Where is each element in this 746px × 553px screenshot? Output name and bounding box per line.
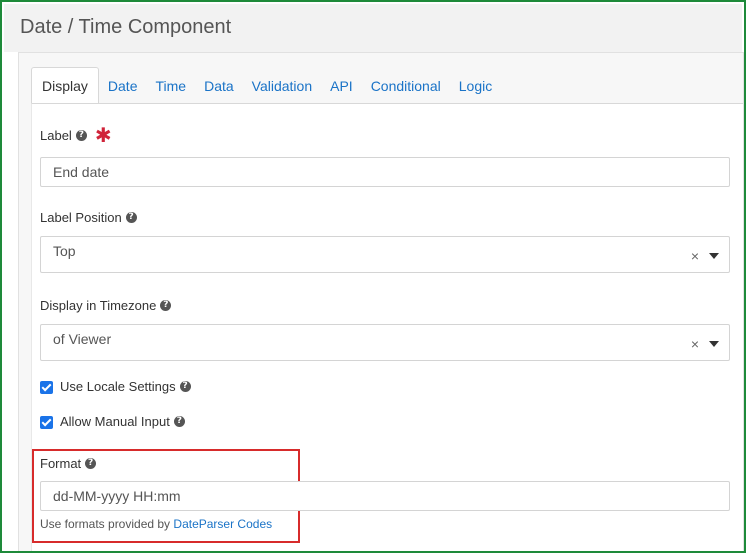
tab-time[interactable]: Time (146, 68, 195, 104)
help-icon[interactable]: ? (75, 130, 87, 141)
help-icon[interactable]: ? (160, 300, 172, 311)
label-field-text: Label (40, 128, 72, 143)
label-input[interactable]: End date (40, 157, 730, 187)
label-field-label: Label ? ✱ (40, 125, 112, 147)
clear-icon[interactable]: × (691, 337, 699, 351)
window-frame: Date / Time Component Display Date Time … (0, 0, 746, 553)
label-position-select[interactable]: Top × (40, 236, 730, 273)
manual-input-row: Allow Manual Input ? (40, 414, 185, 429)
tab-display[interactable]: Display (31, 67, 99, 104)
use-locale-checkbox[interactable] (40, 381, 53, 394)
chevron-down-icon[interactable] (709, 341, 719, 347)
format-hint-text: Use formats provided by (40, 517, 171, 531)
help-icon[interactable]: ? (125, 212, 137, 223)
format-input[interactable]: dd-MM-yyyy HH:mm (40, 481, 730, 511)
tab-api[interactable]: API (321, 68, 362, 104)
format-hint: Use formats provided by DateParser Codes (40, 517, 272, 531)
manual-input-checkbox[interactable] (40, 416, 53, 429)
clear-icon[interactable]: × (691, 249, 699, 263)
timezone-select[interactable]: of Viewer × (40, 324, 730, 361)
format-input-value: dd-MM-yyyy HH:mm (53, 488, 181, 504)
label-position-text: Label Position (40, 210, 122, 225)
dialog-title: Date / Time Component (20, 16, 232, 38)
chevron-down-icon[interactable] (709, 253, 719, 259)
tab-bar: Display Date Time Data Validation API Co… (31, 67, 743, 104)
format-label: Format ? (40, 456, 97, 471)
tab-date[interactable]: Date (99, 68, 147, 104)
use-locale-row: Use Locale Settings ? (40, 379, 191, 394)
timezone-label: Display in Timezone ? (40, 298, 172, 313)
timezone-value: of Viewer (53, 331, 112, 347)
tab-data[interactable]: Data (195, 68, 243, 104)
use-locale-label[interactable]: Use Locale Settings (60, 379, 176, 394)
help-icon[interactable]: ? (85, 458, 97, 469)
dialog-header: Date / Time Component (4, 4, 742, 52)
timezone-label-text: Display in Timezone (40, 298, 157, 313)
label-position-value: Top (53, 243, 76, 259)
tab-conditional[interactable]: Conditional (362, 68, 450, 104)
label-position-label: Label Position ? (40, 210, 137, 225)
manual-input-label[interactable]: Allow Manual Input (60, 414, 170, 429)
required-asterisk-icon: ✱ (94, 125, 112, 147)
format-label-text: Format (40, 456, 82, 471)
dateparser-codes-link[interactable]: DateParser Codes (173, 517, 272, 531)
help-icon[interactable]: ? (179, 381, 191, 392)
label-input-value: End date (53, 164, 110, 180)
help-icon[interactable]: ? (173, 416, 185, 427)
tab-validation[interactable]: Validation (243, 68, 321, 104)
tab-logic[interactable]: Logic (450, 68, 501, 104)
